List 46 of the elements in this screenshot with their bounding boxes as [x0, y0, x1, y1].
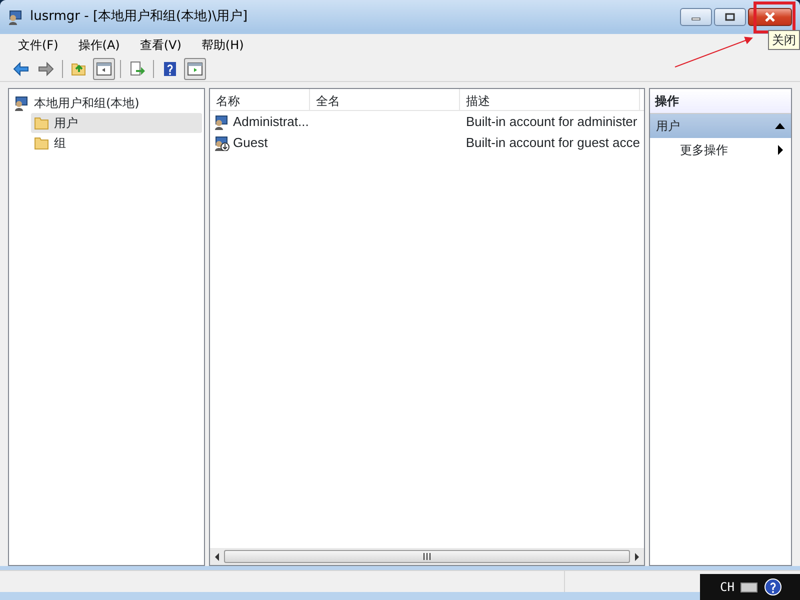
submenu-arrow-icon [778, 145, 783, 155]
app-icon [8, 9, 24, 25]
table-cell: Administrat... [210, 112, 460, 132]
column-header[interactable]: 全名 [310, 89, 460, 110]
maximize-button[interactable] [714, 8, 746, 26]
collapse-icon [775, 123, 785, 129]
scroll-right-icon[interactable] [634, 552, 640, 560]
tree-item[interactable]: 用户 [31, 113, 202, 133]
help-icon [162, 60, 178, 76]
scroll-left-icon[interactable] [214, 552, 220, 560]
tooltip: 关闭 [768, 30, 800, 50]
horizontal-scrollbar[interactable] [210, 548, 644, 565]
table-cell-text: Built-in account for administer [465, 112, 638, 131]
export-icon [129, 60, 145, 76]
maximize-icon [725, 13, 735, 21]
menu-item[interactable]: 操作(A) [68, 36, 130, 54]
tree-item[interactable]: 本地用户和组(本地) [11, 93, 202, 113]
tree-item[interactable]: 组 [31, 133, 202, 153]
action-pane-icon [187, 60, 203, 76]
action-item[interactable]: 更多操作 [650, 138, 791, 162]
forward-icon [38, 60, 54, 76]
pane-button[interactable] [93, 58, 115, 80]
user-icon [214, 114, 230, 130]
close-icon [764, 12, 776, 22]
scroll-thumb[interactable] [224, 550, 630, 563]
computer-users-icon [14, 95, 30, 111]
pane-icon [96, 60, 112, 76]
menu-item[interactable]: 帮助(H) [191, 36, 254, 54]
table-cell-text: Built-in account for guest acce [464, 134, 641, 152]
menu-item[interactable]: 查看(V) [130, 36, 192, 54]
grip-icon [423, 553, 431, 560]
menu-item[interactable]: 文件(F) [8, 36, 68, 54]
column-header[interactable]: 名称 [210, 89, 310, 110]
back-icon [13, 60, 29, 76]
actions-section-header[interactable]: 用户 [650, 114, 791, 138]
up-folder-icon [71, 60, 87, 76]
column-header[interactable]: 描述 [460, 89, 640, 110]
help-icon[interactable] [764, 578, 782, 596]
language-indicator[interactable]: CH [720, 578, 734, 596]
folder-icon [34, 135, 50, 151]
folder-icon [34, 115, 50, 131]
keyboard-icon[interactable] [740, 581, 758, 593]
table-cell: Guest [210, 132, 460, 152]
close-button[interactable] [748, 8, 792, 26]
action-pane-button[interactable] [184, 58, 206, 80]
window-title: lusrmgr - [本地用户和组(本地)\用户] [30, 8, 248, 26]
